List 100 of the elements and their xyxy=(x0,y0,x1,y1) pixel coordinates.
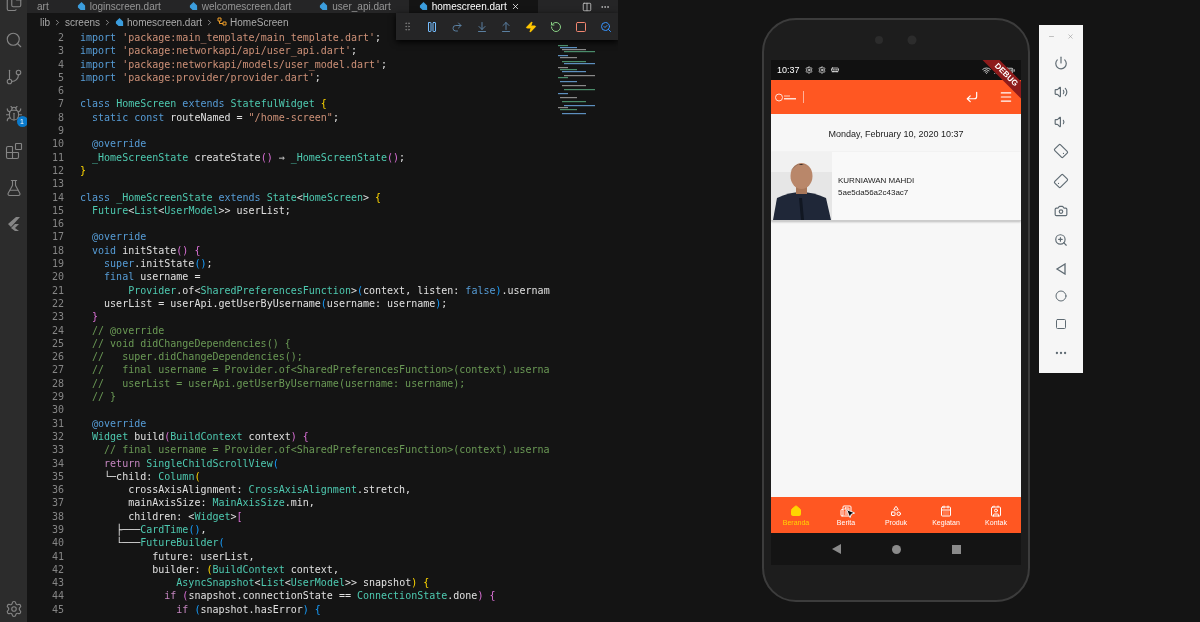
line-number: 13 xyxy=(50,177,64,191)
code-line: import 'package:networkapi/models/user_model.dart'; xyxy=(80,57,388,71)
file-type-icon xyxy=(115,17,125,27)
step-out-icon[interactable] xyxy=(500,20,513,33)
code-line: import 'package:provider/provider.dart'; xyxy=(80,71,321,85)
code-line: // final username = Provider.of<SharedPreferencesFunction>(context).userna xyxy=(103,443,550,457)
breadcrumb-item[interactable]: lib xyxy=(40,16,50,28)
line-number: 44 xyxy=(50,589,64,603)
pause-icon[interactable] xyxy=(426,20,439,33)
code-line: } xyxy=(80,163,87,178)
flask-icon xyxy=(4,179,23,197)
files-icon xyxy=(4,0,23,12)
code-line: builder: (BuildContext context, xyxy=(151,562,339,577)
code-line: } xyxy=(91,310,99,324)
chevron-right-icon xyxy=(53,17,62,27)
logo-icon xyxy=(775,92,797,102)
line-number: 21 xyxy=(50,283,64,297)
volume-up-icon[interactable] xyxy=(1054,85,1068,100)
line-number: 5 xyxy=(56,70,64,85)
line-number: 4 xyxy=(56,57,64,71)
code-line: Provider.of<SharedPreferencesFunction>(context, listen: false).usernam xyxy=(127,283,550,297)
shapes-icon xyxy=(890,504,902,517)
editor-tab[interactable]: homescreen.dart xyxy=(408,0,538,13)
line-number: 2 xyxy=(56,31,64,45)
file-type-icon xyxy=(188,2,198,11)
status-time: 10:37 xyxy=(777,65,800,75)
stop-icon[interactable] xyxy=(574,20,587,33)
restart-icon[interactable] xyxy=(549,20,562,33)
branch-icon xyxy=(4,68,23,86)
code-line: if (snapshot.connectionState == ConnectionState.done) { xyxy=(163,589,496,603)
code-line: @override xyxy=(91,416,147,430)
home-icon[interactable] xyxy=(1055,290,1067,303)
line-number: 43 xyxy=(50,576,64,590)
line-number: 24 xyxy=(50,323,64,337)
step-over-icon[interactable] xyxy=(450,20,463,33)
line-number: 31 xyxy=(50,416,64,430)
code-line: import 'package:networkapi/api/user_api.dart'; xyxy=(80,44,357,58)
code-line: if (snapshot.hasError) { xyxy=(175,602,321,617)
user-card[interactable]: KURNIAWAN MAHDI 5ae5da56a2c43ac7 xyxy=(771,152,1021,221)
file-type-icon xyxy=(76,2,86,11)
camera-icon[interactable] xyxy=(1054,203,1068,218)
code-line: crossAxisAlignment: CrossAxisAlignment.stretch, xyxy=(127,483,412,497)
zoom-icon[interactable] xyxy=(1054,233,1068,248)
back-icon[interactable] xyxy=(831,544,841,554)
line-number: 12 xyxy=(50,163,64,178)
return-icon[interactable] xyxy=(965,90,979,104)
line-number: 11 xyxy=(50,150,64,164)
line-number: 37 xyxy=(50,496,64,510)
line-number: 22 xyxy=(50,296,64,311)
blocks-icon xyxy=(4,142,23,160)
code-line: └─child: Column( xyxy=(103,469,201,484)
line-number: 3 xyxy=(56,44,64,58)
inspect-icon[interactable] xyxy=(599,20,612,33)
line-number: 7 xyxy=(56,97,64,111)
line-number: 20 xyxy=(50,270,64,284)
code-line: // final username = Provider.of<SharedPreferencesFunction>(context).userna xyxy=(91,363,550,377)
code-line: // void didChangeDependencies() { xyxy=(91,336,291,351)
settings-icon xyxy=(4,600,23,618)
code-line: import 'package:main_template/main_template.dart'; xyxy=(80,31,382,45)
line-number: 25 xyxy=(50,336,64,351)
line-number: 8 xyxy=(56,110,64,125)
home-icon[interactable] xyxy=(891,544,901,554)
split-editor-icon[interactable] xyxy=(582,1,592,12)
wifi-icon xyxy=(982,65,991,75)
code-line: _HomeScreenState createState() ⇒ _HomeScreenState(); xyxy=(91,150,406,164)
back-icon[interactable] xyxy=(1055,262,1067,275)
card-icon xyxy=(830,66,839,74)
line-number: 28 xyxy=(50,376,64,390)
line-number: 39 xyxy=(50,523,64,537)
rotate-right-icon[interactable] xyxy=(1051,171,1071,191)
line-number: 30 xyxy=(50,403,64,417)
code-line: @override xyxy=(91,230,147,244)
lightning-icon[interactable] xyxy=(525,20,538,33)
breadcrumb-item[interactable]: homescreen.dart xyxy=(127,16,203,28)
code-line: ├───CardTime(), xyxy=(115,523,207,537)
line-number: 17 xyxy=(50,230,64,244)
line-number: 33 xyxy=(50,443,64,457)
code-line: class HomeScreen extends StatefulWidget { xyxy=(80,97,327,111)
step-into-icon[interactable] xyxy=(475,20,488,33)
newspaper-icon xyxy=(840,504,852,517)
line-number: 19 xyxy=(50,257,64,271)
close-icon[interactable] xyxy=(510,2,520,11)
chevron-stack-icon xyxy=(6,216,21,232)
power-icon[interactable] xyxy=(1054,55,1068,70)
line-number: 35 xyxy=(50,469,64,484)
code-line: return SingleChildScrollView( xyxy=(103,456,279,470)
house-icon xyxy=(790,504,802,517)
symbol-class-icon xyxy=(217,17,228,27)
code-line: static const routeNamed = "/home-screen"; xyxy=(91,110,339,125)
recents-icon[interactable] xyxy=(951,544,961,554)
overview-icon[interactable] xyxy=(1055,317,1067,330)
line-number: 15 xyxy=(50,203,64,218)
contact-card-icon xyxy=(990,504,1002,517)
breadcrumb-item[interactable]: screens xyxy=(65,16,101,28)
line-number: 42 xyxy=(50,562,64,577)
line-number: 18 xyxy=(50,243,64,258)
breadcrumb-item[interactable]: HomeScreen xyxy=(230,16,289,28)
line-number: 34 xyxy=(50,456,64,470)
code-line: void initState() { xyxy=(91,243,201,258)
code-line: Widget build(BuildContext context) { xyxy=(91,429,309,444)
